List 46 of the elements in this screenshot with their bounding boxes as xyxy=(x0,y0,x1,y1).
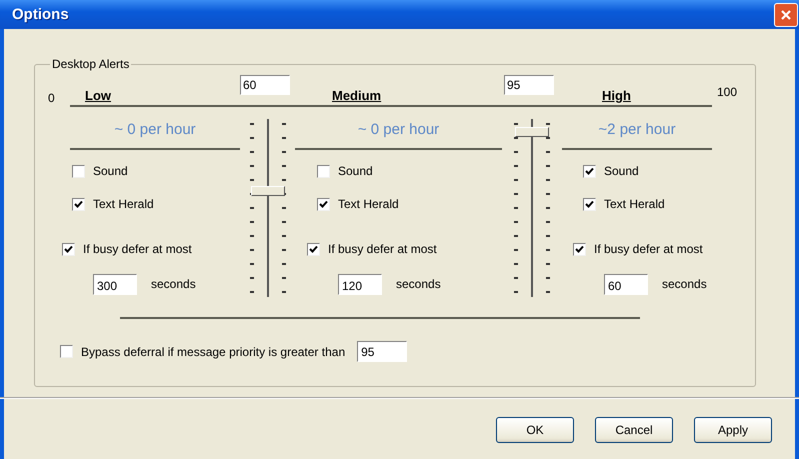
dialog-button[interactable]: Cancel xyxy=(595,417,673,443)
window-title: Options xyxy=(12,6,69,23)
checkbox-label: If busy defer at most xyxy=(594,242,703,256)
checkbox[interactable] xyxy=(72,198,85,210)
group-title: Desktop Alerts xyxy=(51,57,130,71)
seconds-label: seconds xyxy=(662,277,707,291)
checkbox[interactable] xyxy=(583,164,596,178)
seconds-label: seconds xyxy=(396,277,441,291)
slider-thumb[interactable] xyxy=(515,127,549,138)
checkbox-label: Text Herald xyxy=(604,197,665,211)
threshold-input[interactable]: 95 xyxy=(504,75,554,95)
checkbox[interactable] xyxy=(307,242,320,256)
dialog-button[interactable]: Apply xyxy=(694,417,772,443)
level-heading: Medium xyxy=(332,88,382,105)
threshold-input[interactable]: 60 xyxy=(240,75,290,95)
checkbox-label: If busy defer at most xyxy=(328,242,437,256)
close-button[interactable] xyxy=(774,2,798,26)
checkbox-label: Text Herald xyxy=(338,197,399,211)
checkbox-label: Text Herald xyxy=(93,197,154,211)
seconds-input[interactable]: 300 xyxy=(93,274,137,294)
rate-text: ~ 0 per hour xyxy=(356,120,440,140)
level-heading: High xyxy=(602,88,631,105)
checkbox[interactable] xyxy=(317,198,330,210)
rate-text: ~ 0 per hour xyxy=(113,120,197,140)
dialog-button[interactable]: OK xyxy=(496,417,574,443)
checkbox-label: Bypass deferral if message priority is greater than xyxy=(81,344,346,358)
checkbox[interactable] xyxy=(583,198,596,210)
checkbox[interactable] xyxy=(60,345,73,358)
checkbox-label: If busy defer at most xyxy=(83,242,192,256)
priority-input[interactable]: 95 xyxy=(357,341,408,362)
seconds-label: seconds xyxy=(151,277,196,291)
seconds-input[interactable]: 120 xyxy=(338,274,382,294)
checkbox[interactable] xyxy=(72,164,85,178)
rate-text: ~2 per hour xyxy=(597,120,677,140)
level-heading: Low xyxy=(85,88,111,105)
checkbox-label: Sound xyxy=(604,164,639,178)
checkbox[interactable] xyxy=(62,242,75,256)
seconds-input[interactable]: 60 xyxy=(604,274,648,294)
checkbox-label: Sound xyxy=(338,164,373,178)
checkbox[interactable] xyxy=(573,242,586,256)
checkbox[interactable] xyxy=(317,164,330,178)
slider-thumb[interactable] xyxy=(250,186,284,196)
close-icon xyxy=(780,8,792,20)
scale-min-label: 0 xyxy=(48,91,56,107)
checkbox-label: Sound xyxy=(93,164,128,178)
scale-max-label: 100 xyxy=(716,84,738,101)
